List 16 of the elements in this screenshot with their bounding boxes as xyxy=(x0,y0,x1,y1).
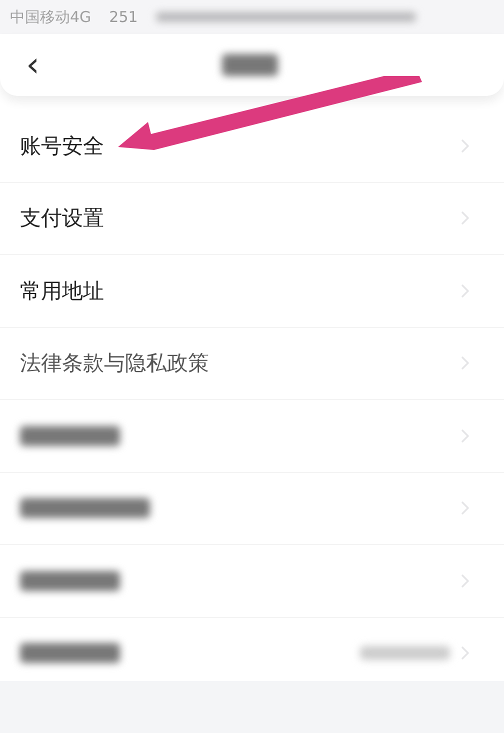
chevron-right-icon xyxy=(460,138,470,154)
chevron-right-icon xyxy=(460,210,470,226)
settings-item[interactable]: 支付设置 xyxy=(20,204,104,232)
chevron-right-icon xyxy=(460,428,470,444)
chevron-right-icon xyxy=(460,355,470,372)
blurred-title xyxy=(222,54,278,76)
settings-item[interactable]: 账号安全 xyxy=(20,132,104,160)
chevron-right-icon xyxy=(460,645,470,662)
settings-item[interactable]: 法律条款与隐私政策 xyxy=(20,349,209,378)
back-button[interactable]: ‹ xyxy=(22,48,44,82)
chevron-right-icon xyxy=(460,282,470,299)
network-speed: 251 xyxy=(109,8,138,26)
chevron-right-icon xyxy=(460,572,470,589)
settings-item[interactable]: 常用地址 xyxy=(20,276,104,305)
carrier-name: 中国移动4G xyxy=(10,8,92,26)
chevron-right-icon xyxy=(460,500,470,516)
